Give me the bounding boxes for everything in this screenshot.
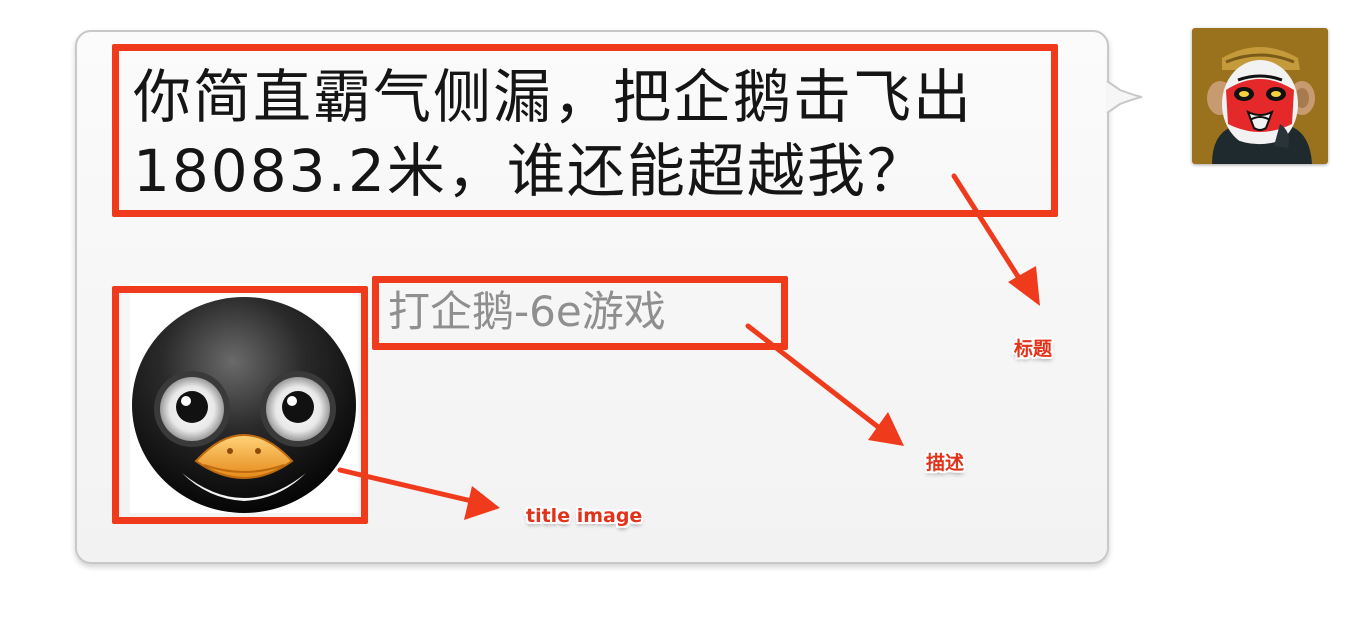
description-highlight-box [372, 276, 788, 350]
monkey-king-opera-mask-icon [1192, 28, 1328, 164]
title-highlight-box [112, 44, 1058, 217]
image-annotation-label: title image [526, 505, 643, 527]
bubble-tail [1106, 80, 1143, 114]
sender-avatar[interactable] [1192, 28, 1328, 164]
image-highlight-box [112, 286, 368, 524]
title-annotation-label: 标题 [1014, 338, 1053, 360]
description-annotation-label: 描述 [926, 452, 965, 474]
